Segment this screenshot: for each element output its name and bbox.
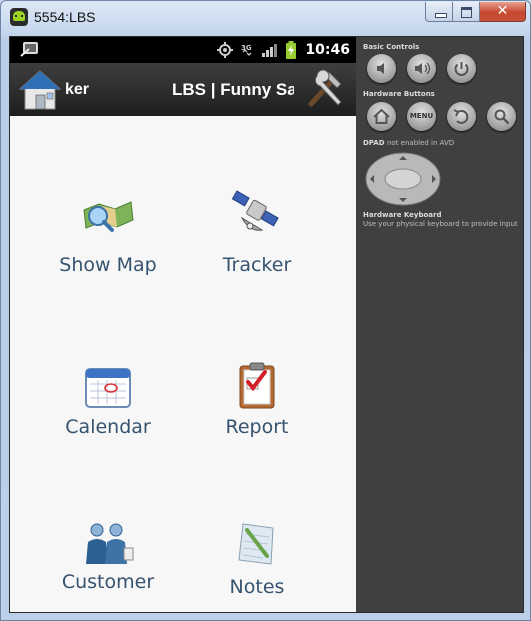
signal-icon [262, 44, 278, 57]
show-map-tile[interactable]: Show Map [33, 196, 183, 316]
house-icon[interactable] [18, 67, 62, 113]
action-bar-title: LBS | Funny Sa [172, 80, 294, 99]
android-app-icon [10, 8, 28, 26]
home-icon [373, 108, 390, 124]
device-screen: 3G 10:46 ker LBS | Funny Sa Show Map Tra… [10, 37, 356, 612]
3g-icon: 3G [241, 44, 252, 56]
back-icon [453, 109, 469, 124]
emulator-body: 3G 10:46 ker LBS | Funny Sa Show Map Tra… [9, 36, 524, 613]
maximize-icon [461, 7, 472, 18]
hardware-buttons-title: Hardware Buttons [363, 90, 435, 98]
satellite-icon [231, 190, 279, 231]
close-icon: ✕ [496, 3, 509, 19]
hardware-keyboard-note: Use your physical keyboard to provide in… [363, 220, 518, 228]
basic-controls-title: Basic Controls [363, 43, 420, 51]
menu-button[interactable]: MENU [407, 102, 436, 131]
power-button[interactable] [447, 54, 476, 83]
dpad[interactable] [365, 152, 441, 206]
back-button[interactable] [447, 102, 476, 131]
clipboard-check-icon [239, 362, 275, 409]
minimize-icon [435, 13, 447, 18]
volume-up-icon [415, 62, 431, 75]
emulator-controls-panel: Basic Controls Hardware Buttons MENU DPA… [356, 37, 523, 612]
action-bar: ker LBS | Funny Sa [10, 63, 356, 116]
action-bar-title-fragment: ker [65, 81, 90, 98]
search-icon [494, 109, 510, 125]
status-bar: 3G 10:46 [10, 37, 356, 63]
report-tile[interactable]: Report [182, 362, 332, 484]
customers-icon [86, 523, 134, 564]
usb-debug-icon [20, 42, 38, 57]
dpad-title: DPAD not enabled in AVD [363, 139, 455, 147]
window-title: 5554:LBS [34, 9, 96, 25]
home-button[interactable] [367, 102, 396, 131]
customer-tile[interactable]: Customer [33, 523, 183, 612]
status-clock: 10:46 [305, 42, 350, 58]
minimize-button[interactable] [425, 2, 453, 22]
volume-down-button[interactable] [367, 54, 396, 83]
customer-label: Customer [61, 571, 155, 593]
tools-icon[interactable] [303, 66, 349, 112]
show-map-label: Show Map [59, 254, 157, 276]
emulator-window: 5554:LBS ✕ 3G 10:46 ker LBS | Funny Sa S… [0, 0, 531, 621]
calendar-icon [85, 368, 131, 408]
close-button[interactable]: ✕ [480, 2, 526, 22]
title-bar[interactable]: 5554:LBS ✕ [1, 1, 531, 35]
calendar-tile[interactable]: Calendar [33, 364, 183, 484]
menu-grid: Show Map Tracker Calendar Report Custome… [10, 116, 356, 612]
tracker-tile[interactable]: Tracker [182, 190, 332, 316]
battery-charging-icon [286, 41, 297, 59]
power-icon [454, 62, 469, 76]
maximize-button[interactable] [453, 2, 480, 22]
map-icon [83, 201, 134, 232]
search-button[interactable] [487, 102, 516, 131]
notes-label: Notes [229, 576, 285, 598]
menu-button-label: MENU [409, 112, 434, 120]
gps-icon [217, 42, 234, 58]
volume-down-icon [377, 63, 384, 74]
dpad-note: not enabled in AVD [386, 139, 455, 147]
calendar-label: Calendar [65, 416, 151, 438]
hardware-keyboard-title: Hardware Keyboard [363, 211, 442, 219]
status-icons: 3G 10:46 [217, 37, 350, 63]
notes-tile[interactable]: Notes [182, 523, 332, 612]
volume-up-button[interactable] [407, 54, 436, 83]
caption-buttons: ✕ [425, 2, 526, 22]
report-label: Report [225, 416, 289, 438]
tracker-label: Tracker [222, 254, 292, 276]
notes-icon [238, 523, 274, 565]
